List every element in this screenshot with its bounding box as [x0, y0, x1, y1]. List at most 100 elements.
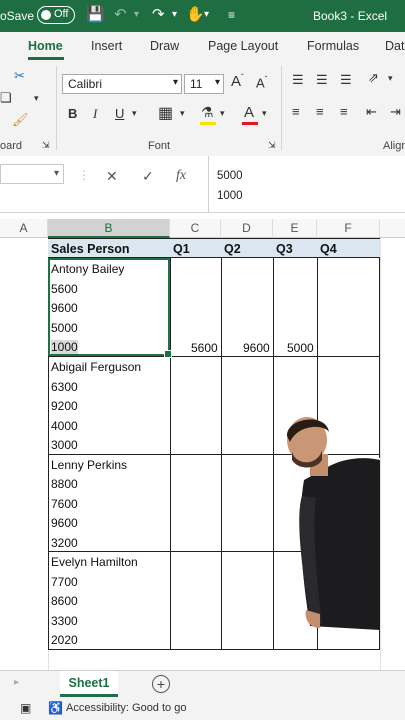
clipboard-group-label: oard [0, 140, 23, 152]
tab-home[interactable]: Home [28, 39, 63, 53]
grow-font-label: A [231, 73, 242, 90]
sales-person-header[interactable]: Sales Person [51, 242, 130, 256]
record-value[interactable]: 3000 [51, 438, 78, 452]
borders-dropdown-icon[interactable]: ▾ [180, 108, 185, 119]
copy-dropdown-icon[interactable]: ▾ [34, 93, 39, 104]
q3-result[interactable]: 5000 [287, 341, 314, 355]
record-name[interactable]: Evelyn Hamilton [51, 555, 138, 569]
align-center-icon[interactable]: ≡ [316, 104, 324, 119]
underline-dropdown-icon[interactable]: ▾ [132, 108, 137, 119]
tab-page-layout[interactable]: Page Layout [208, 39, 278, 53]
column-header-e[interactable]: E [273, 219, 317, 238]
record-value[interactable]: 7700 [51, 575, 78, 589]
customize-toolbar-icon[interactable]: ≡ [228, 6, 235, 24]
q4-header[interactable]: Q4 [320, 242, 337, 256]
shrink-font-button[interactable]: Aˇ [256, 75, 267, 90]
cancel-icon[interactable]: ✕ [106, 168, 118, 185]
accessibility-icon[interactable]: ♿ [48, 701, 63, 715]
align-top-icon[interactable]: ☰ [292, 72, 304, 88]
font-color-swatch [242, 122, 258, 125]
align-left-icon[interactable]: ≡ [292, 104, 300, 119]
column-header-b[interactable]: B [48, 219, 170, 238]
status-bar: ▣ ♿ Accessibility: Good to go [0, 698, 405, 720]
q1-header[interactable]: Q1 [173, 242, 190, 256]
record-value[interactable]: 8800 [51, 477, 78, 491]
column-border [221, 258, 222, 649]
undo-dropdown-icon[interactable]: ▾ [134, 6, 139, 24]
ready-indicator-icon: ▣ [20, 701, 32, 715]
column-header-c[interactable]: C [170, 219, 221, 238]
save-icon[interactable]: 💾 [86, 6, 105, 24]
selected-cell[interactable] [48, 258, 172, 358]
record-value[interactable]: 7600 [51, 497, 78, 511]
align-right-icon[interactable]: ≡ [340, 104, 348, 119]
underline-button[interactable]: U [115, 106, 124, 121]
fill-color-icon[interactable]: ⚗ [201, 104, 214, 121]
touch-mode-icon[interactable]: ✋ [186, 6, 205, 24]
record-value[interactable]: 9200 [51, 399, 78, 413]
tab-draw[interactable]: Draw [150, 39, 179, 53]
column-header-d[interactable]: D [221, 219, 273, 238]
scroll-tabs-icon[interactable]: ▸ [14, 677, 19, 688]
record-value[interactable]: 3300 [51, 614, 78, 628]
record-name[interactable]: Abigail Ferguson [51, 360, 141, 374]
enter-icon[interactable]: ✓ [142, 168, 154, 185]
record-name[interactable]: Lenny Perkins [51, 458, 127, 472]
bold-button[interactable]: B [68, 106, 77, 121]
clipboard-launcher-icon[interactable]: ⇲ [42, 140, 50, 151]
tab-insert[interactable]: Insert [91, 39, 122, 53]
column-header-g[interactable] [380, 219, 405, 238]
column-header-f[interactable]: F [317, 219, 380, 238]
tab-data[interactable]: Dat [385, 39, 404, 53]
document-title: Book3 - Excel [313, 9, 388, 23]
record-value[interactable]: 2020 [51, 633, 78, 647]
undo-icon[interactable]: ↶ [114, 6, 127, 24]
record-value[interactable]: 9600 [51, 516, 78, 530]
autosave-toggle[interactable]: Off [37, 6, 75, 24]
formula-bar-grip-icon: ⋮ [78, 168, 90, 182]
italic-button[interactable]: I [93, 106, 97, 122]
cut-icon[interactable]: ✂ [14, 68, 25, 84]
borders-icon[interactable]: ▦ [158, 103, 173, 123]
font-color-button[interactable]: A [244, 104, 254, 121]
q2-header[interactable]: Q2 [224, 242, 241, 256]
q3-header[interactable]: Q3 [276, 242, 293, 256]
sheet-tab-bar: ▸ Sheet1 + [0, 670, 405, 699]
font-name-box[interactable]: Calibri ▾ [62, 74, 182, 94]
alignment-group-label: Aligr [383, 140, 405, 152]
add-sheet-button[interactable]: + [152, 675, 170, 693]
formula-input[interactable]: 5000 1000 [208, 156, 405, 212]
increase-indent-icon[interactable]: ⇥ [390, 104, 401, 120]
orientation-dropdown-icon[interactable]: ▾ [388, 73, 393, 84]
insert-function-icon[interactable]: fx [176, 168, 186, 184]
font-launcher-icon[interactable]: ⇲ [268, 140, 276, 151]
orientation-icon[interactable]: ⇗ [368, 70, 379, 86]
copy-icon[interactable]: ❏ [0, 90, 12, 106]
align-middle-icon[interactable]: ☰ [316, 72, 328, 88]
sheet-tab[interactable]: Sheet1 [60, 671, 118, 697]
grow-font-button[interactable]: Aˆ [231, 73, 244, 90]
record-value[interactable]: 8600 [51, 594, 78, 608]
fill-color-dropdown-icon[interactable]: ▾ [220, 108, 225, 119]
tab-formulas[interactable]: Formulas [307, 39, 359, 53]
record-border [48, 356, 380, 357]
touch-dropdown-icon[interactable]: ▾ [204, 6, 209, 24]
formula-bar: ▾ ⋮ ✕ ✓ fx 5000 1000 [0, 156, 405, 213]
redo-icon[interactable]: ↷ [152, 6, 165, 24]
q2-result[interactable]: 9600 [243, 341, 270, 355]
decrease-indent-icon[interactable]: ⇤ [366, 104, 377, 120]
format-painter-icon[interactable]: 🖌 [12, 112, 29, 128]
font-color-dropdown-icon[interactable]: ▾ [262, 108, 267, 119]
redo-dropdown-icon[interactable]: ▾ [172, 6, 177, 24]
record-value[interactable]: 4000 [51, 419, 78, 433]
record-value[interactable]: 3200 [51, 536, 78, 550]
font-size-box[interactable]: 11 ▾ [184, 74, 224, 94]
accessibility-status[interactable]: Accessibility: Good to go [66, 702, 186, 714]
name-box[interactable]: ▾ [0, 164, 64, 184]
record-value[interactable]: 6300 [51, 380, 78, 394]
align-bottom-icon[interactable]: ☰ [340, 72, 352, 88]
column-header-a[interactable]: A [0, 219, 48, 238]
fill-handle[interactable] [164, 350, 172, 358]
separator [281, 66, 282, 150]
q1-result[interactable]: 5600 [191, 341, 218, 355]
